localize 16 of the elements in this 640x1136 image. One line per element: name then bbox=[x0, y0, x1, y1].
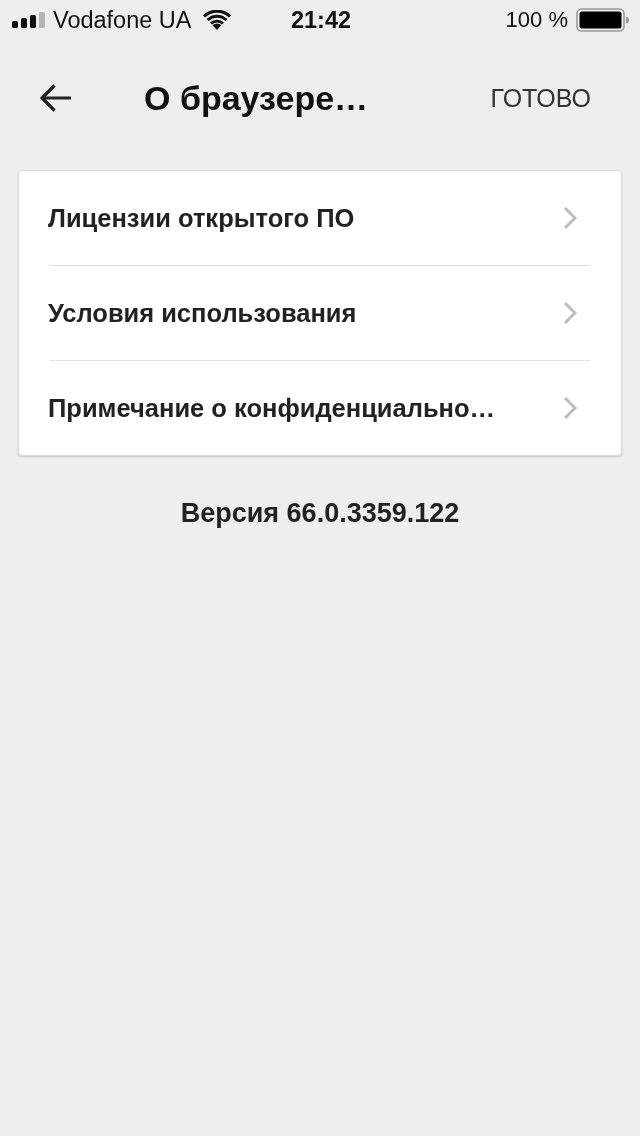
page-title: О браузере… bbox=[144, 78, 369, 118]
chevron-right-icon bbox=[563, 396, 577, 420]
battery-percent: 100 % bbox=[505, 7, 568, 33]
done-button[interactable]: ГОТОВО bbox=[490, 79, 591, 117]
chevron-right-icon bbox=[563, 301, 577, 325]
menu-item[interactable]: Условия использования bbox=[19, 266, 621, 360]
chevron-right-icon bbox=[563, 206, 577, 230]
carrier-name: Vodafone UA bbox=[53, 6, 192, 34]
clock-time: 21:42 bbox=[290, 6, 352, 34]
menu-item[interactable]: Примечание о конфиденциально… bbox=[19, 361, 621, 455]
battery-icon bbox=[576, 8, 630, 32]
signal-icon bbox=[12, 12, 45, 28]
back-arrow-icon[interactable] bbox=[40, 84, 72, 112]
version-text: Версия 66.0.3359.122 bbox=[180, 498, 460, 529]
menu-item[interactable]: Лицензии открытого ПО bbox=[19, 171, 621, 265]
wifi-icon bbox=[202, 10, 231, 30]
